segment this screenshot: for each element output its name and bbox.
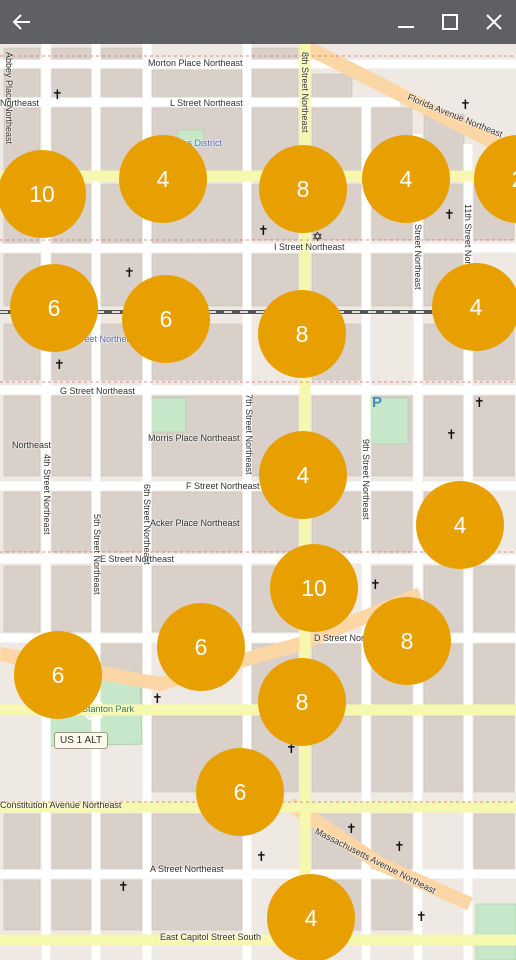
- cluster-marker[interactable]: 6: [122, 275, 210, 363]
- maximize-icon: [442, 14, 458, 30]
- church-icon: ✝: [152, 691, 163, 706]
- cluster-marker[interactable]: 4: [362, 135, 450, 223]
- church-icon: ✝: [346, 821, 357, 836]
- street-label-morris-place: Morris Place Northeast: [148, 433, 240, 443]
- street-label-l-street: L Street Northeast: [170, 98, 243, 108]
- church-icon: ✝: [256, 849, 267, 864]
- church-icon: ✝: [370, 577, 381, 592]
- minimize-icon: [398, 26, 414, 28]
- place-label-stanton-park: Stanton Park: [82, 704, 135, 714]
- parking-icon: P: [372, 394, 383, 411]
- church-icon: ✝: [258, 223, 269, 238]
- cluster-marker[interactable]: 8: [259, 145, 347, 233]
- cluster-marker[interactable]: 4: [259, 431, 347, 519]
- street-label-8th-street: 8th Street Northeast: [300, 52, 310, 133]
- close-button[interactable]: [472, 0, 516, 44]
- cluster-marker[interactable]: 4: [267, 874, 355, 960]
- cluster-marker[interactable]: 8: [258, 290, 346, 378]
- cluster-marker[interactable]: 6: [157, 603, 245, 691]
- maximize-button[interactable]: [428, 0, 472, 44]
- back-button[interactable]: [0, 0, 44, 44]
- map-view[interactable]: Morton Place Northeast L Street Northeas…: [0, 44, 516, 960]
- church-icon: ✝: [444, 207, 455, 222]
- cluster-marker[interactable]: 10: [270, 544, 358, 632]
- street-label-northeast-west: Northeast: [12, 440, 52, 450]
- cluster-marker[interactable]: 6: [10, 264, 98, 352]
- church-icon: ✝: [118, 879, 129, 894]
- street-label-g-street: G Street Northeast: [60, 386, 136, 396]
- route-shield: US 1 ALT: [54, 732, 109, 749]
- street-label-f-street: F Street Northeast: [186, 481, 260, 491]
- church-icon: ✝: [460, 97, 471, 112]
- street-label-7th-street: 7th Street Northeast: [244, 394, 254, 475]
- church-icon: ✝: [52, 87, 63, 102]
- street-label-acker-place: Acker Place Northeast: [150, 518, 240, 528]
- title-bar: [0, 0, 516, 44]
- street-label-northeast: Northeast: [0, 98, 40, 108]
- cluster-marker[interactable]: 6: [196, 748, 284, 836]
- street-label-east-capitol: East Capitol Street South: [160, 932, 262, 942]
- street-label-a-street: A Street Northeast: [150, 864, 224, 874]
- street-label-constitution-avenue: Constitution Avenue Northeast: [0, 800, 122, 810]
- church-icon: ✝: [474, 395, 485, 410]
- church-icon: ✝: [446, 427, 457, 442]
- close-icon: [486, 14, 502, 30]
- street-label-4th-street: 4th Street Northeast: [42, 454, 52, 535]
- synagogue-icon: ✡: [312, 229, 323, 244]
- street-label-e-street: E Street Northeast: [100, 554, 175, 564]
- church-icon: ✝: [54, 357, 65, 372]
- cluster-marker[interactable]: 4: [416, 481, 504, 569]
- arrow-left-icon: [12, 14, 30, 30]
- cluster-marker[interactable]: 8: [258, 658, 346, 746]
- minimize-button[interactable]: [384, 0, 428, 44]
- street-label-morton-place: Morton Place Northeast: [148, 58, 243, 68]
- cluster-marker[interactable]: 6: [14, 631, 102, 719]
- cluster-marker[interactable]: 4: [119, 135, 207, 223]
- street-label-9th-street: 9th Street Northeast: [361, 439, 371, 520]
- church-icon: ✝: [416, 909, 427, 924]
- church-icon: ✝: [394, 839, 405, 854]
- church-icon: ✝: [124, 265, 135, 280]
- cluster-marker[interactable]: 4: [432, 263, 516, 351]
- cluster-marker[interactable]: 10: [0, 150, 86, 238]
- cluster-marker[interactable]: 8: [363, 597, 451, 685]
- street-label-i-street: I Street Northeast: [274, 242, 345, 252]
